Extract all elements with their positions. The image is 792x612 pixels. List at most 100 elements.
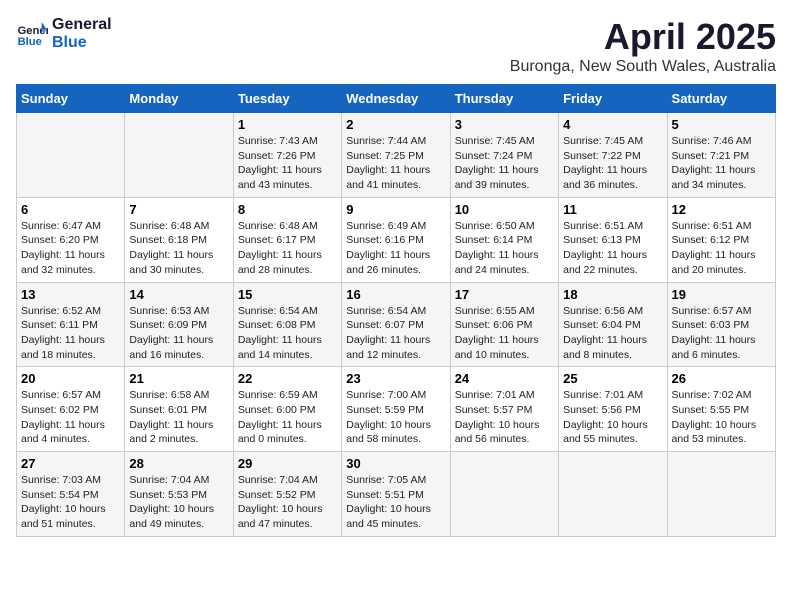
day-number: 3 xyxy=(455,117,554,132)
calendar-cell-4-2: 21Sunrise: 6:58 AM Sunset: 6:01 PM Dayli… xyxy=(125,367,233,452)
calendar-week-row-4: 20 Sunrise: 6:57 AM Sunset: 6:02 PM Dayli… xyxy=(17,367,776,452)
day-info: Sunrise: 6:56 AM Sunset: 6:04 PM Dayligh… xyxy=(563,304,662,363)
day-info: Sunrise: 6:55 AM Sunset: 6:06 PM Dayligh… xyxy=(455,304,554,363)
day-info: Sunrise: 6:51 AM Sunset: 6:12 PM Dayligh… xyxy=(672,219,771,278)
calendar-week-row-5: 27 Sunrise: 7:03 AM Sunset: 5:54 PM Dayli… xyxy=(17,452,776,537)
day-info: Sunrise: 7:04 AM Sunset: 5:52 PM Dayligh… xyxy=(238,473,337,532)
logo: General Blue General Blue xyxy=(16,16,112,52)
calendar-cell-3-5: 17 Sunrise: 6:55 AM Sunset: 6:06 PM Dayli… xyxy=(450,282,558,367)
day-info: Sunrise: 6:59 AM Sunset: 6:00 PM Dayligh… xyxy=(238,388,337,447)
calendar-cell-1-2 xyxy=(125,113,233,198)
weekday-header-tuesday: Tuesday xyxy=(233,85,341,113)
calendar-cell-5-2: 28 Sunrise: 7:04 AM Sunset: 5:53 PM Dayli… xyxy=(125,452,233,537)
calendar-cell-2-7: 12 Sunrise: 6:51 AM Sunset: 6:12 PM Dayli… xyxy=(667,197,775,282)
calendar-cell-1-6: 4 Sunrise: 7:45 AM Sunset: 7:22 PM Daylig… xyxy=(559,113,667,198)
calendar-cell-5-4: 30 Sunrise: 7:05 AM Sunset: 5:51 PM Dayli… xyxy=(342,452,450,537)
day-number: 11 xyxy=(563,202,662,217)
weekday-header-wednesday: Wednesday xyxy=(342,85,450,113)
day-number: 15 xyxy=(238,287,337,302)
day-number: 2 xyxy=(346,117,445,132)
calendar-cell-1-1 xyxy=(17,113,125,198)
day-info: Sunrise: 7:45 AM Sunset: 7:22 PM Dayligh… xyxy=(563,134,662,193)
day-info: Sunrise: 6:53 AM Sunset: 6:09 PM Dayligh… xyxy=(129,304,228,363)
calendar-cell-3-1: 13 Sunrise: 6:52 AM Sunset: 6:11 PM Dayli… xyxy=(17,282,125,367)
calendar-cell-3-4: 16Sunrise: 6:54 AM Sunset: 6:07 PM Dayli… xyxy=(342,282,450,367)
day-number: 27 xyxy=(21,456,120,471)
calendar-cell-5-1: 27 Sunrise: 7:03 AM Sunset: 5:54 PM Dayli… xyxy=(17,452,125,537)
day-info: Sunrise: 7:03 AM Sunset: 5:54 PM Dayligh… xyxy=(21,473,120,532)
day-number: 13 xyxy=(21,287,120,302)
weekday-header-monday: Monday xyxy=(125,85,233,113)
day-number: 4 xyxy=(563,117,662,132)
month-title: April 2025 xyxy=(510,16,776,58)
calendar-cell-2-1: 6 Sunrise: 6:47 AM Sunset: 6:20 PM Daylig… xyxy=(17,197,125,282)
calendar-cell-4-4: 23Sunrise: 7:00 AM Sunset: 5:59 PM Dayli… xyxy=(342,367,450,452)
day-number: 7 xyxy=(129,202,228,217)
calendar-cell-5-3: 29 Sunrise: 7:04 AM Sunset: 5:52 PM Dayli… xyxy=(233,452,341,537)
calendar-cell-2-2: 7 Sunrise: 6:48 AM Sunset: 6:18 PM Daylig… xyxy=(125,197,233,282)
day-number: 23 xyxy=(346,371,445,386)
day-info: Sunrise: 7:46 AM Sunset: 7:21 PM Dayligh… xyxy=(672,134,771,193)
day-number: 30 xyxy=(346,456,445,471)
day-number: 22 xyxy=(238,371,337,386)
header: General Blue General Blue April 2025 Bur… xyxy=(16,16,776,76)
logo-icon: General Blue xyxy=(16,18,48,50)
calendar-cell-4-7: 26Sunrise: 7:02 AM Sunset: 5:55 PM Dayli… xyxy=(667,367,775,452)
calendar-cell-2-5: 10Sunrise: 6:50 AM Sunset: 6:14 PM Dayli… xyxy=(450,197,558,282)
day-number: 29 xyxy=(238,456,337,471)
day-number: 14 xyxy=(129,287,228,302)
day-number: 20 xyxy=(21,371,120,386)
day-info: Sunrise: 6:48 AM Sunset: 6:17 PM Dayligh… xyxy=(238,219,337,278)
day-info: Sunrise: 6:57 AM Sunset: 6:03 PM Dayligh… xyxy=(672,304,771,363)
svg-text:Blue: Blue xyxy=(18,36,42,48)
day-number: 9 xyxy=(346,202,445,217)
calendar-cell-2-3: 8 Sunrise: 6:48 AM Sunset: 6:17 PM Daylig… xyxy=(233,197,341,282)
calendar-table: SundayMondayTuesdayWednesdayThursdayFrid… xyxy=(16,84,776,537)
day-info: Sunrise: 7:44 AM Sunset: 7:25 PM Dayligh… xyxy=(346,134,445,193)
day-number: 28 xyxy=(129,456,228,471)
day-info: Sunrise: 6:48 AM Sunset: 6:18 PM Dayligh… xyxy=(129,219,228,278)
calendar-cell-1-5: 3Sunrise: 7:45 AM Sunset: 7:24 PM Daylig… xyxy=(450,113,558,198)
day-info: Sunrise: 6:51 AM Sunset: 6:13 PM Dayligh… xyxy=(563,219,662,278)
day-info: Sunrise: 6:49 AM Sunset: 6:16 PM Dayligh… xyxy=(346,219,445,278)
day-number: 24 xyxy=(455,371,554,386)
weekday-header-thursday: Thursday xyxy=(450,85,558,113)
calendar-cell-3-7: 19Sunrise: 6:57 AM Sunset: 6:03 PM Dayli… xyxy=(667,282,775,367)
calendar-cell-2-4: 9 Sunrise: 6:49 AM Sunset: 6:16 PM Daylig… xyxy=(342,197,450,282)
day-info: Sunrise: 7:43 AM Sunset: 7:26 PM Dayligh… xyxy=(238,134,337,193)
day-number: 25 xyxy=(563,371,662,386)
calendar-week-row-2: 6 Sunrise: 6:47 AM Sunset: 6:20 PM Daylig… xyxy=(17,197,776,282)
calendar-cell-2-6: 11 Sunrise: 6:51 AM Sunset: 6:13 PM Dayli… xyxy=(559,197,667,282)
day-number: 8 xyxy=(238,202,337,217)
calendar-cell-1-4: 2 Sunrise: 7:44 AM Sunset: 7:25 PM Daylig… xyxy=(342,113,450,198)
day-info: Sunrise: 7:05 AM Sunset: 5:51 PM Dayligh… xyxy=(346,473,445,532)
calendar-week-row-3: 13 Sunrise: 6:52 AM Sunset: 6:11 PM Dayli… xyxy=(17,282,776,367)
day-number: 1 xyxy=(238,117,337,132)
day-info: Sunrise: 6:47 AM Sunset: 6:20 PM Dayligh… xyxy=(21,219,120,278)
day-info: Sunrise: 6:54 AM Sunset: 6:07 PM Dayligh… xyxy=(346,304,445,363)
day-number: 10 xyxy=(455,202,554,217)
day-info: Sunrise: 6:57 AM Sunset: 6:02 PM Dayligh… xyxy=(21,388,120,447)
day-info: Sunrise: 6:52 AM Sunset: 6:11 PM Dayligh… xyxy=(21,304,120,363)
day-number: 18 xyxy=(563,287,662,302)
logo-general: General xyxy=(52,16,112,34)
logo-blue: Blue xyxy=(52,34,112,52)
calendar-cell-5-6 xyxy=(559,452,667,537)
day-number: 21 xyxy=(129,371,228,386)
weekday-header-saturday: Saturday xyxy=(667,85,775,113)
day-info: Sunrise: 7:01 AM Sunset: 5:57 PM Dayligh… xyxy=(455,388,554,447)
calendar-cell-4-3: 22 Sunrise: 6:59 AM Sunset: 6:00 PM Dayli… xyxy=(233,367,341,452)
calendar-cell-5-5 xyxy=(450,452,558,537)
calendar-cell-3-6: 18 Sunrise: 6:56 AM Sunset: 6:04 PM Dayli… xyxy=(559,282,667,367)
day-number: 17 xyxy=(455,287,554,302)
day-info: Sunrise: 7:02 AM Sunset: 5:55 PM Dayligh… xyxy=(672,388,771,447)
day-number: 5 xyxy=(672,117,771,132)
day-info: Sunrise: 7:04 AM Sunset: 5:53 PM Dayligh… xyxy=(129,473,228,532)
day-number: 6 xyxy=(21,202,120,217)
calendar-cell-4-6: 25Sunrise: 7:01 AM Sunset: 5:56 PM Dayli… xyxy=(559,367,667,452)
calendar-cell-1-7: 5 Sunrise: 7:46 AM Sunset: 7:21 PM Daylig… xyxy=(667,113,775,198)
calendar-cell-4-5: 24 Sunrise: 7:01 AM Sunset: 5:57 PM Dayli… xyxy=(450,367,558,452)
day-number: 12 xyxy=(672,202,771,217)
calendar-cell-1-3: 1 Sunrise: 7:43 AM Sunset: 7:26 PM Daylig… xyxy=(233,113,341,198)
title-area: April 2025 Buronga, New South Wales, Aus… xyxy=(510,16,776,76)
